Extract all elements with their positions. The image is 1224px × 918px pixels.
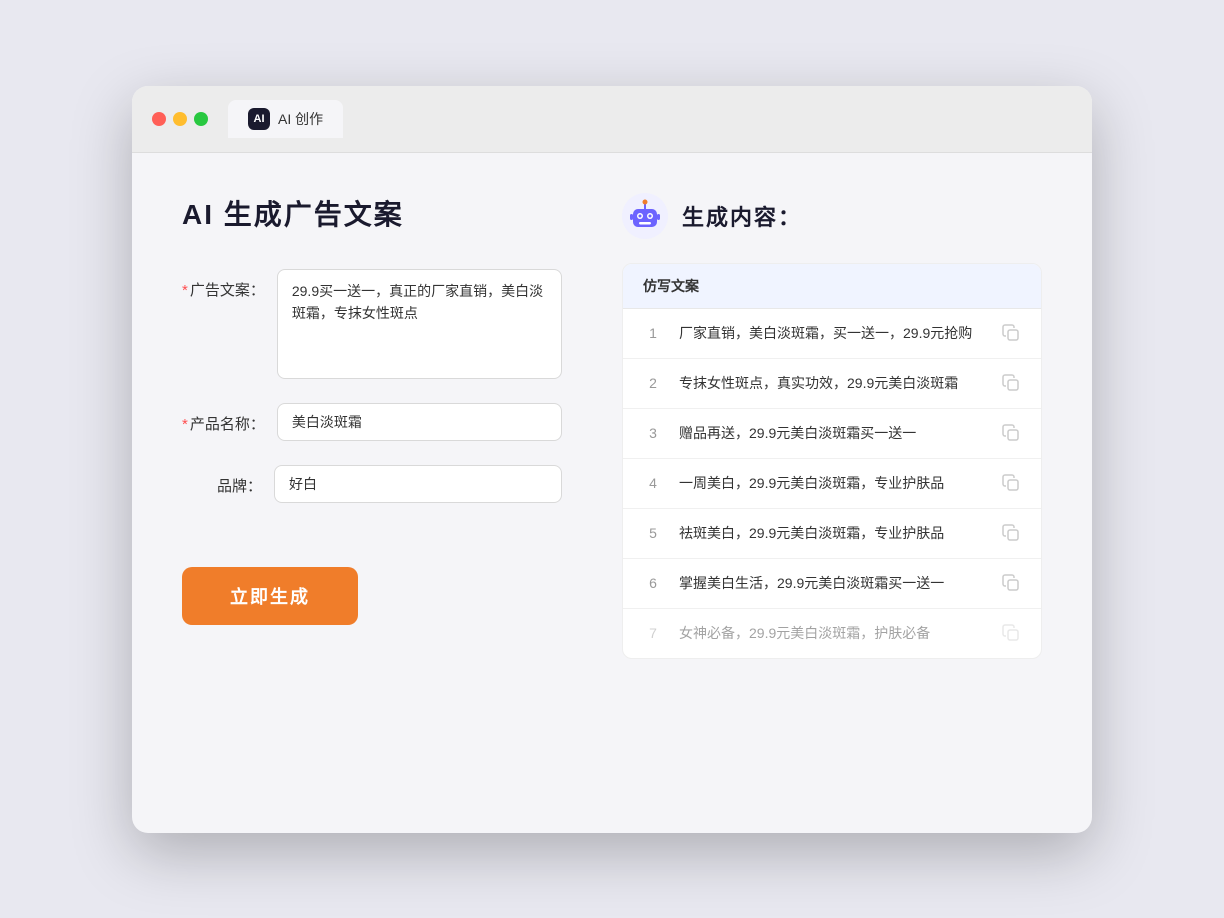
product-name-input[interactable]: 美白淡斑霜 — [277, 403, 562, 441]
ad-copy-field-group: *广告文案： 29.9买一送一，真正的厂家直销，美白淡斑霜，专抹女性斑点 — [182, 269, 562, 379]
ai-tab-icon: AI — [248, 108, 270, 130]
brand-field-group: 品牌： 好白 — [182, 465, 562, 503]
row-text-4: 一周美白，29.9元美白淡斑霜，专业护肤品 — [679, 473, 985, 494]
copy-icon-6[interactable] — [1001, 573, 1021, 593]
row-number-5: 5 — [643, 525, 663, 541]
browser-titlebar: AI AI 创作 — [132, 86, 1092, 153]
row-number-4: 4 — [643, 475, 663, 491]
row-text-1: 厂家直销，美白淡斑霜，买一送一，29.9元抢购 — [679, 323, 985, 344]
row-number-3: 3 — [643, 425, 663, 441]
copy-icon-1[interactable] — [1001, 323, 1021, 343]
traffic-lights — [152, 112, 208, 126]
row-text-7: 女神必备，29.9元美白淡斑霜，护肤必备 — [679, 623, 985, 644]
result-row-4: 4 一周美白，29.9元美白淡斑霜，专业护肤品 — [623, 459, 1041, 509]
traffic-light-red[interactable] — [152, 112, 166, 126]
copy-icon-7[interactable] — [1001, 623, 1021, 643]
required-star-product: * — [182, 416, 188, 433]
generate-button[interactable]: 立即生成 — [182, 567, 358, 625]
product-name-label: *产品名称： — [182, 403, 265, 434]
brand-input[interactable]: 好白 — [274, 465, 562, 503]
right-panel-title: 生成内容： — [682, 200, 802, 232]
right-header: 生成内容： — [622, 193, 1042, 239]
ad-copy-label: *广告文案： — [182, 269, 265, 300]
table-header: 仿写文案 — [623, 264, 1041, 309]
result-row-5: 5 祛斑美白，29.9元美白淡斑霜，专业护肤品 — [623, 509, 1041, 559]
page-title: AI 生成广告文案 — [182, 193, 562, 233]
ad-copy-input[interactable]: 29.9买一送一，真正的厂家直销，美白淡斑霜，专抹女性斑点 — [277, 269, 562, 379]
result-row-6: 6 掌握美白生活，29.9元美白淡斑霜买一送一 — [623, 559, 1041, 609]
left-panel: AI 生成广告文案 *广告文案： 29.9买一送一，真正的厂家直销，美白淡斑霜，… — [182, 193, 562, 793]
result-row-7: 7 女神必备，29.9元美白淡斑霜，护肤必备 — [623, 609, 1041, 658]
traffic-light-yellow[interactable] — [173, 112, 187, 126]
row-text-2: 专抹女性斑点，真实功效，29.9元美白淡斑霜 — [679, 373, 985, 394]
browser-window: AI AI 创作 AI 生成广告文案 *广告文案： 29.9买一送一，真正的厂家… — [132, 86, 1092, 833]
product-name-field-group: *产品名称： 美白淡斑霜 — [182, 403, 562, 441]
result-row-2: 2 专抹女性斑点，真实功效，29.9元美白淡斑霜 — [623, 359, 1041, 409]
row-number-6: 6 — [643, 575, 663, 591]
browser-content: AI 生成广告文案 *广告文案： 29.9买一送一，真正的厂家直销，美白淡斑霜，… — [132, 153, 1092, 833]
result-row-1: 1 厂家直销，美白淡斑霜，买一送一，29.9元抢购 — [623, 309, 1041, 359]
brand-label: 品牌： — [182, 465, 262, 496]
tab-label: AI 创作 — [278, 109, 323, 129]
copy-icon-5[interactable] — [1001, 523, 1021, 543]
right-panel: 生成内容： 仿写文案 1 厂家直销，美白淡斑霜，买一送一，29.9元抢购 2 专… — [622, 193, 1042, 793]
row-text-6: 掌握美白生活，29.9元美白淡斑霜买一送一 — [679, 573, 985, 594]
result-row-3: 3 赠品再送，29.9元美白淡斑霜买一送一 — [623, 409, 1041, 459]
row-number-7: 7 — [643, 625, 663, 641]
copy-icon-3[interactable] — [1001, 423, 1021, 443]
row-number-2: 2 — [643, 375, 663, 391]
row-text-5: 祛斑美白，29.9元美白淡斑霜，专业护肤品 — [679, 523, 985, 544]
copy-icon-2[interactable] — [1001, 373, 1021, 393]
traffic-light-green[interactable] — [194, 112, 208, 126]
required-star-ad: * — [182, 282, 188, 299]
row-number-1: 1 — [643, 325, 663, 341]
robot-icon — [622, 193, 668, 239]
row-text-3: 赠品再送，29.9元美白淡斑霜买一送一 — [679, 423, 985, 444]
browser-tab[interactable]: AI AI 创作 — [228, 100, 343, 138]
copy-icon-4[interactable] — [1001, 473, 1021, 493]
results-table: 仿写文案 1 厂家直销，美白淡斑霜，买一送一，29.9元抢购 2 专抹女性斑点，… — [622, 263, 1042, 659]
